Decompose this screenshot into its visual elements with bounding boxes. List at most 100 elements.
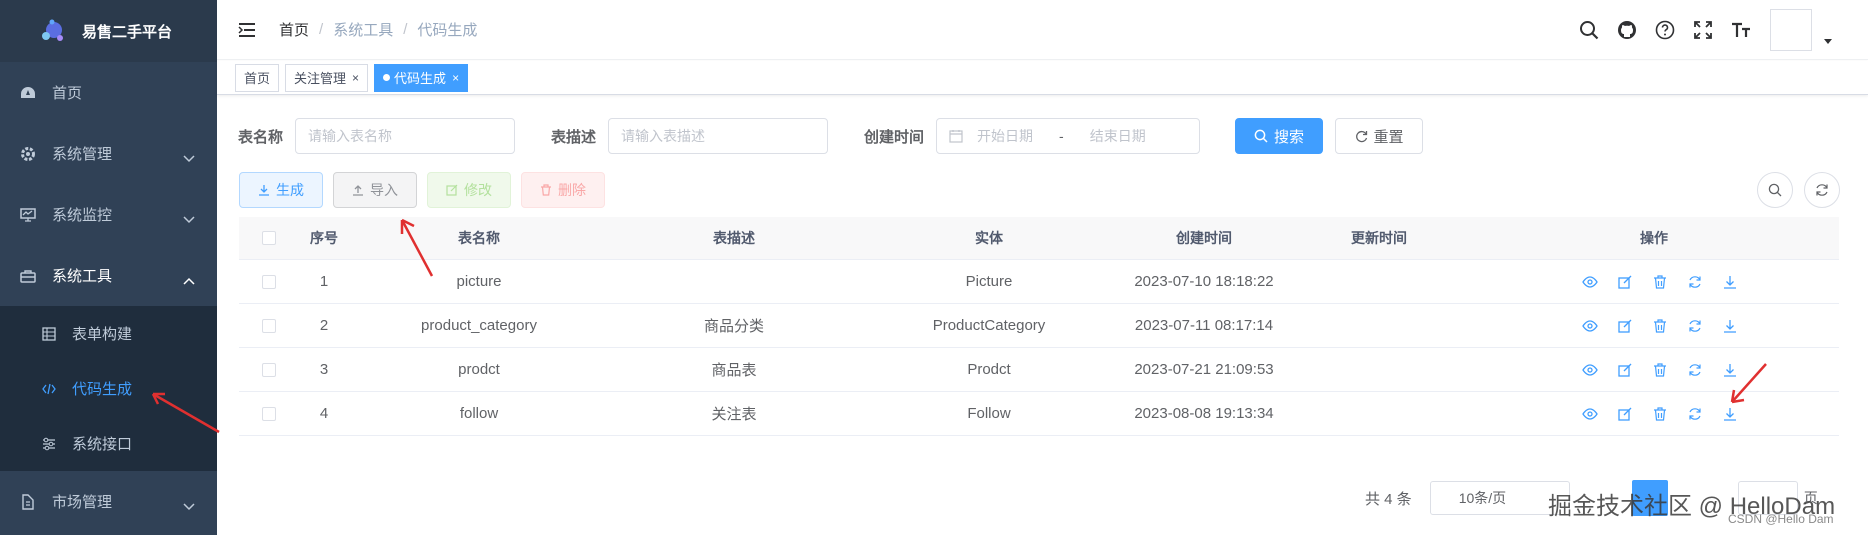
trash-icon[interactable] — [1651, 317, 1669, 335]
close-icon[interactable]: × — [452, 71, 459, 85]
delete-button[interactable]: 删除 — [521, 172, 605, 208]
github-icon[interactable] — [1616, 19, 1638, 41]
row-checkbox[interactable] — [262, 406, 276, 421]
sidebar-item-system-api[interactable]: 系统接口 — [0, 416, 217, 471]
table-row: 2 product_category 商品分类 ProductCategory … — [239, 304, 1839, 348]
search-icon[interactable] — [1578, 19, 1600, 41]
chevron-down-icon — [183, 211, 195, 228]
trash-icon — [540, 184, 552, 196]
app-title: 易售二手平台 — [82, 23, 173, 41]
sync-icon[interactable] — [1686, 317, 1704, 335]
avatar[interactable] — [1770, 9, 1812, 51]
help-icon[interactable] — [1654, 19, 1676, 41]
sync-icon[interactable] — [1686, 273, 1704, 291]
tag-home[interactable]: 首页 — [235, 63, 280, 92]
table-icon — [42, 326, 56, 341]
cell-table-desc: 商品分类 — [703, 318, 764, 335]
sync-icon[interactable] — [1686, 361, 1704, 379]
navbar-actions — [1562, 0, 1832, 60]
tag-follow-management[interactable]: 关注管理 × — [285, 63, 369, 92]
fullscreen-icon[interactable] — [1692, 19, 1714, 41]
cell-table-desc: 关注表 — [711, 406, 757, 423]
reset-button[interactable]: 重置 — [1335, 118, 1424, 154]
download-icon[interactable] — [1721, 361, 1739, 379]
preview-icon[interactable] — [1581, 317, 1599, 335]
tag-code-generation[interactable]: 代码生成 × — [374, 63, 469, 92]
refresh-icon — [1355, 130, 1368, 143]
breadcrumb-item-system-tools: 系统工具 — [333, 22, 394, 39]
header-index: 序号 — [310, 230, 338, 246]
download-icon[interactable] — [1721, 273, 1739, 291]
refresh-table-button[interactable] — [1804, 172, 1840, 208]
sidebar-item-market-management[interactable]: 市场管理 — [0, 471, 217, 532]
table-desc-input[interactable]: 请输入表描述 — [608, 118, 829, 154]
download-icon[interactable] — [1721, 317, 1739, 335]
select-all-checkbox[interactable] — [262, 231, 276, 245]
edit-icon[interactable] — [1616, 361, 1634, 379]
start-date-placeholder[interactable]: 开始日期 — [977, 126, 1033, 146]
cell-table-name: product_category — [421, 317, 537, 334]
header-updated: 更新时间 — [1351, 230, 1407, 246]
preview-icon[interactable] — [1581, 361, 1599, 379]
sidebar-item-label: 系统工具 — [52, 268, 113, 285]
app: 易售二手平台 首页 系统管理 系统监控 系统工具 表单构建 代码生成 系统接口 … — [0, 0, 1868, 535]
created-time-label: 创建时间 — [864, 128, 925, 146]
trash-icon[interactable] — [1651, 405, 1669, 423]
edit-icon[interactable] — [1616, 405, 1634, 423]
header-table-desc: 表描述 — [713, 230, 755, 246]
sidebar-item-home[interactable]: 首页 — [0, 62, 217, 123]
row-select-cell — [239, 406, 299, 421]
calendar-icon — [949, 129, 963, 143]
close-icon[interactable]: × — [352, 71, 359, 85]
edit-icon[interactable] — [1616, 317, 1634, 335]
sidebar-item-code-generation[interactable]: 代码生成 — [0, 361, 217, 416]
breadcrumb-item-home[interactable]: 首页 — [279, 19, 309, 40]
refresh-icon — [1815, 183, 1829, 197]
breadcrumb-separator: / — [319, 21, 324, 38]
edit-icon[interactable] — [1616, 273, 1634, 291]
search-button-label: 搜索 — [1274, 128, 1305, 146]
row-actions — [1581, 317, 1739, 335]
trash-icon[interactable] — [1651, 361, 1669, 379]
preview-icon[interactable] — [1581, 405, 1599, 423]
sidebar-item-system-monitor[interactable]: 系统监控 — [0, 184, 217, 245]
hamburger-icon[interactable] — [237, 20, 257, 40]
row-select-cell — [239, 362, 299, 377]
edit-button-label: 修改 — [464, 182, 492, 198]
cell-table-name: prodct — [458, 361, 500, 378]
sidebar-item-label: 表单构建 — [72, 326, 133, 343]
search-button[interactable]: 搜索 — [1235, 118, 1324, 154]
sidebar-item-label: 市场管理 — [52, 494, 113, 511]
sync-icon[interactable] — [1686, 405, 1704, 423]
breadcrumb: 首页 / 系统工具 / 代码生成 — [279, 19, 477, 40]
cell-table-desc: 商品表 — [711, 362, 757, 379]
toggle-search-button[interactable] — [1757, 172, 1793, 208]
date-range-picker[interactable]: 开始日期 - 结束日期 — [936, 118, 1201, 154]
sidebar-item-label: 代码生成 — [72, 381, 133, 398]
cell-index: 1 — [319, 273, 329, 290]
row-checkbox[interactable] — [262, 318, 276, 333]
sidebar-item-system-tools[interactable]: 系统工具 — [0, 245, 217, 306]
table-name-label: 表名称 — [238, 128, 284, 146]
generate-button[interactable]: 生成 — [239, 172, 323, 208]
table-name-input[interactable]: 请输入表名称 — [295, 118, 516, 154]
preview-icon[interactable] — [1581, 273, 1599, 291]
sidebar-item-label: 系统接口 — [72, 436, 133, 453]
end-date-placeholder[interactable]: 结束日期 — [1090, 126, 1146, 146]
font-size-icon[interactable] — [1730, 19, 1752, 41]
page-size-value: 10条/页 — [1458, 490, 1507, 506]
row-checkbox[interactable] — [262, 362, 276, 377]
sidebar-logo[interactable]: 易售二手平台 — [0, 0, 217, 62]
sidebar-item-form-builder[interactable]: 表单构建 — [0, 306, 217, 361]
import-button[interactable]: 导入 — [333, 172, 417, 208]
header-entity: 实体 — [975, 230, 1003, 246]
range-separator: - — [1059, 128, 1064, 144]
caret-down-icon[interactable] — [1824, 32, 1832, 48]
trash-icon[interactable] — [1651, 273, 1669, 291]
sidebar-item-system-management[interactable]: 系统管理 — [0, 123, 217, 184]
chevron-down-icon — [183, 498, 195, 515]
row-checkbox[interactable] — [262, 274, 276, 289]
download-icon[interactable] — [1721, 405, 1739, 423]
edit-button[interactable]: 修改 — [427, 172, 511, 208]
sidebar: 易售二手平台 首页 系统管理 系统监控 系统工具 表单构建 代码生成 系统接口 … — [0, 0, 217, 535]
